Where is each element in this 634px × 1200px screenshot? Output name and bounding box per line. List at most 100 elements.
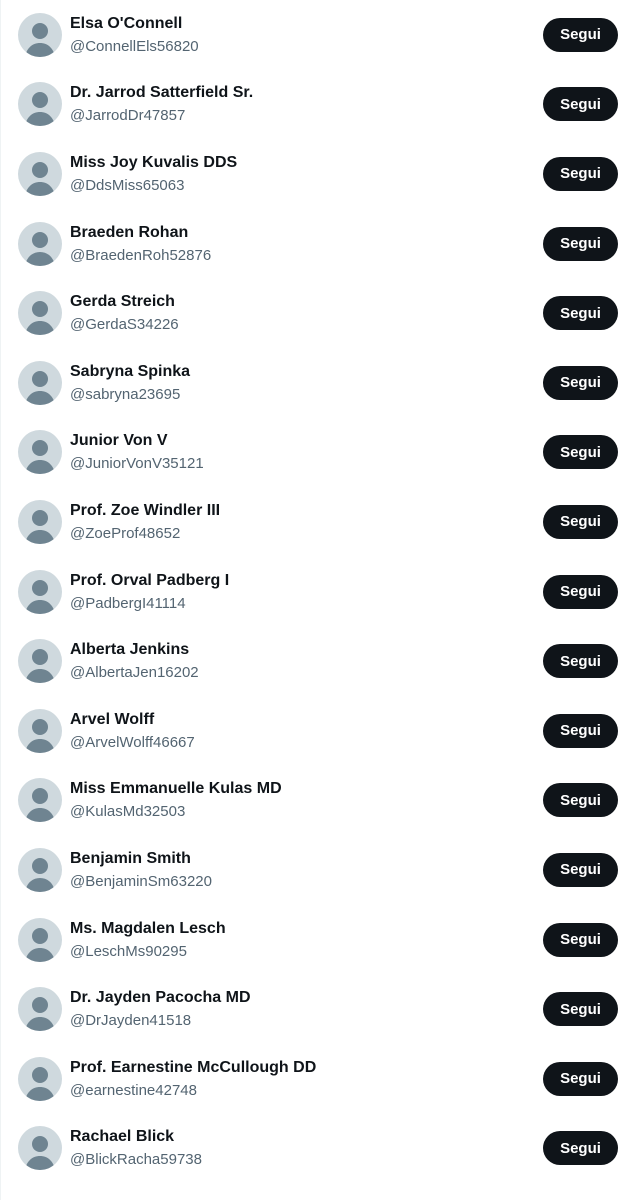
user-name[interactable]: Alberta Jenkins (70, 640, 531, 660)
follow-button[interactable]: Segui (543, 296, 618, 331)
user-handle[interactable]: @AlbertaJen16202 (70, 663, 531, 682)
user-handle[interactable]: @DdsMiss65063 (70, 176, 531, 195)
user-row[interactable]: Sabryna Spinka @sabryna23695 Segui (1, 348, 634, 418)
user-handle[interactable]: @BlickRacha59738 (70, 1150, 531, 1169)
user-name[interactable]: Miss Joy Kuvalis DDS (70, 153, 531, 173)
follow-button[interactable]: Segui (543, 1061, 618, 1096)
default-profile-icon[interactable] (18, 1126, 62, 1171)
default-profile-icon[interactable] (18, 430, 62, 475)
follow-button[interactable]: Segui (543, 87, 618, 122)
user-row[interactable]: Arvel Wolff @ArvelWolff46667 Segui (1, 696, 634, 766)
user-name[interactable]: Junior Von V (70, 431, 531, 451)
default-profile-icon[interactable] (18, 291, 62, 336)
user-info: Elsa O'Connell @ConnellEls56820 (70, 14, 531, 56)
follow-button[interactable]: Segui (543, 644, 618, 679)
user-handle[interactable]: @DrJayden41518 (70, 1011, 531, 1030)
follow-button[interactable]: Segui (543, 226, 618, 261)
user-row[interactable]: Elsa O'Connell @ConnellEls56820 Segui (1, 0, 634, 70)
user-name[interactable]: Prof. Orval Padberg I (70, 571, 531, 591)
user-handle[interactable]: @earnestine42748 (70, 1081, 531, 1100)
user-name[interactable]: Rachael Blick (70, 1127, 531, 1147)
user-info: Rachael Blick @BlickRacha59738 (70, 1127, 531, 1169)
user-info: Junior Von V @JuniorVonV35121 (70, 431, 531, 473)
follow-button[interactable]: Segui (543, 922, 618, 957)
user-row[interactable]: Miss Joy Kuvalis DDS @DdsMiss65063 Segui (1, 139, 634, 209)
user-row[interactable]: Miss Emmanuelle Kulas MD @KulasMd32503 S… (1, 766, 634, 836)
default-profile-icon[interactable] (18, 708, 62, 753)
default-profile-icon[interactable] (18, 12, 62, 57)
follow-button[interactable]: Segui (543, 713, 618, 748)
user-row[interactable]: Gerda Streich @GerdaS34226 Segui (1, 278, 634, 348)
default-profile-icon[interactable] (18, 360, 62, 405)
default-profile-icon[interactable] (18, 1056, 62, 1101)
user-name[interactable]: Dr. Jayden Pacocha MD (70, 988, 531, 1008)
user-row[interactable]: Rachael Blick @BlickRacha59738 Segui (1, 1114, 634, 1184)
user-name[interactable]: Prof. Zoe Windler III (70, 501, 531, 521)
user-info: Alberta Jenkins @AlbertaJen16202 (70, 640, 531, 682)
follow-button[interactable]: Segui (543, 435, 618, 470)
user-row[interactable]: Benjamin Smith @BenjaminSm63220 Segui (1, 835, 634, 905)
user-row[interactable]: Prof. Earnestine McCullough DD @earnesti… (1, 1044, 634, 1114)
user-handle[interactable]: @LeschMs90295 (70, 942, 531, 961)
default-profile-icon[interactable] (18, 499, 62, 544)
user-info: Braeden Rohan @BraedenRoh52876 (70, 223, 531, 265)
follow-button[interactable]: Segui (543, 992, 618, 1027)
user-info: Ms. Magdalen Lesch @LeschMs90295 (70, 919, 531, 961)
user-row[interactable]: Prof. Orval Padberg I @PadbergI41114 Seg… (1, 557, 634, 627)
user-info: Dr. Jarrod Satterfield Sr. @JarrodDr4785… (70, 83, 531, 125)
user-info: Sabryna Spinka @sabryna23695 (70, 362, 531, 404)
user-row[interactable]: Ms. Magdalen Lesch @LeschMs90295 Segui (1, 905, 634, 975)
user-name[interactable]: Braeden Rohan (70, 223, 531, 243)
user-name[interactable]: Benjamin Smith (70, 849, 531, 869)
user-info: Prof. Earnestine McCullough DD @earnesti… (70, 1058, 531, 1100)
user-name[interactable]: Sabryna Spinka (70, 362, 531, 382)
user-info: Arvel Wolff @ArvelWolff46667 (70, 710, 531, 752)
default-profile-icon[interactable] (18, 778, 62, 823)
user-handle[interactable]: @JuniorVonV35121 (70, 454, 531, 473)
user-name[interactable]: Elsa O'Connell (70, 14, 531, 34)
follow-button[interactable]: Segui (543, 1131, 618, 1166)
user-handle[interactable]: @ZoeProf48652 (70, 524, 531, 543)
user-name[interactable]: Ms. Magdalen Lesch (70, 919, 531, 939)
user-row[interactable]: Dr. Jarrod Satterfield Sr. @JarrodDr4785… (1, 70, 634, 140)
default-profile-icon[interactable] (18, 82, 62, 127)
user-handle[interactable]: @ConnellEls56820 (70, 37, 531, 56)
user-handle[interactable]: @PadbergI41114 (70, 594, 531, 613)
default-profile-icon[interactable] (18, 917, 62, 962)
follow-button[interactable]: Segui (543, 365, 618, 400)
user-row[interactable]: Braeden Rohan @BraedenRoh52876 Segui (1, 209, 634, 279)
user-info: Gerda Streich @GerdaS34226 (70, 292, 531, 334)
follow-button[interactable]: Segui (543, 17, 618, 52)
default-profile-icon[interactable] (18, 639, 62, 684)
user-handle[interactable]: @JarrodDr47857 (70, 106, 531, 125)
user-name[interactable]: Miss Emmanuelle Kulas MD (70, 779, 531, 799)
user-handle[interactable]: @BraedenRoh52876 (70, 246, 531, 265)
user-info: Prof. Zoe Windler III @ZoeProf48652 (70, 501, 531, 543)
default-profile-icon[interactable] (18, 569, 62, 614)
user-row[interactable]: Dr. Jayden Pacocha MD @DrJayden41518 Seg… (1, 974, 634, 1044)
default-profile-icon[interactable] (18, 847, 62, 892)
user-name[interactable]: Arvel Wolff (70, 710, 531, 730)
user-handle[interactable]: @GerdaS34226 (70, 315, 531, 334)
default-profile-icon[interactable] (18, 151, 62, 196)
user-name[interactable]: Prof. Earnestine McCullough DD (70, 1058, 531, 1078)
default-profile-icon[interactable] (18, 987, 62, 1032)
user-row[interactable]: Prof. Zoe Windler III @ZoeProf48652 Segu… (1, 487, 634, 557)
follow-button[interactable]: Segui (543, 504, 618, 539)
user-handle[interactable]: @ArvelWolff46667 (70, 733, 531, 752)
user-handle[interactable]: @KulasMd32503 (70, 802, 531, 821)
follow-button[interactable]: Segui (543, 852, 618, 887)
user-info: Miss Emmanuelle Kulas MD @KulasMd32503 (70, 779, 531, 821)
user-handle[interactable]: @BenjaminSm63220 (70, 872, 531, 891)
user-info: Miss Joy Kuvalis DDS @DdsMiss65063 (70, 153, 531, 195)
user-row[interactable]: Alberta Jenkins @AlbertaJen16202 Segui (1, 626, 634, 696)
user-name[interactable]: Dr. Jarrod Satterfield Sr. (70, 83, 531, 103)
follow-button[interactable]: Segui (543, 574, 618, 609)
user-row[interactable]: Junior Von V @JuniorVonV35121 Segui (1, 418, 634, 488)
who-to-follow-list: Elsa O'Connell @ConnellEls56820 Segui Dr… (0, 0, 634, 1200)
default-profile-icon[interactable] (18, 221, 62, 266)
user-name[interactable]: Gerda Streich (70, 292, 531, 312)
follow-button[interactable]: Segui (543, 783, 618, 818)
user-handle[interactable]: @sabryna23695 (70, 385, 531, 404)
follow-button[interactable]: Segui (543, 156, 618, 191)
